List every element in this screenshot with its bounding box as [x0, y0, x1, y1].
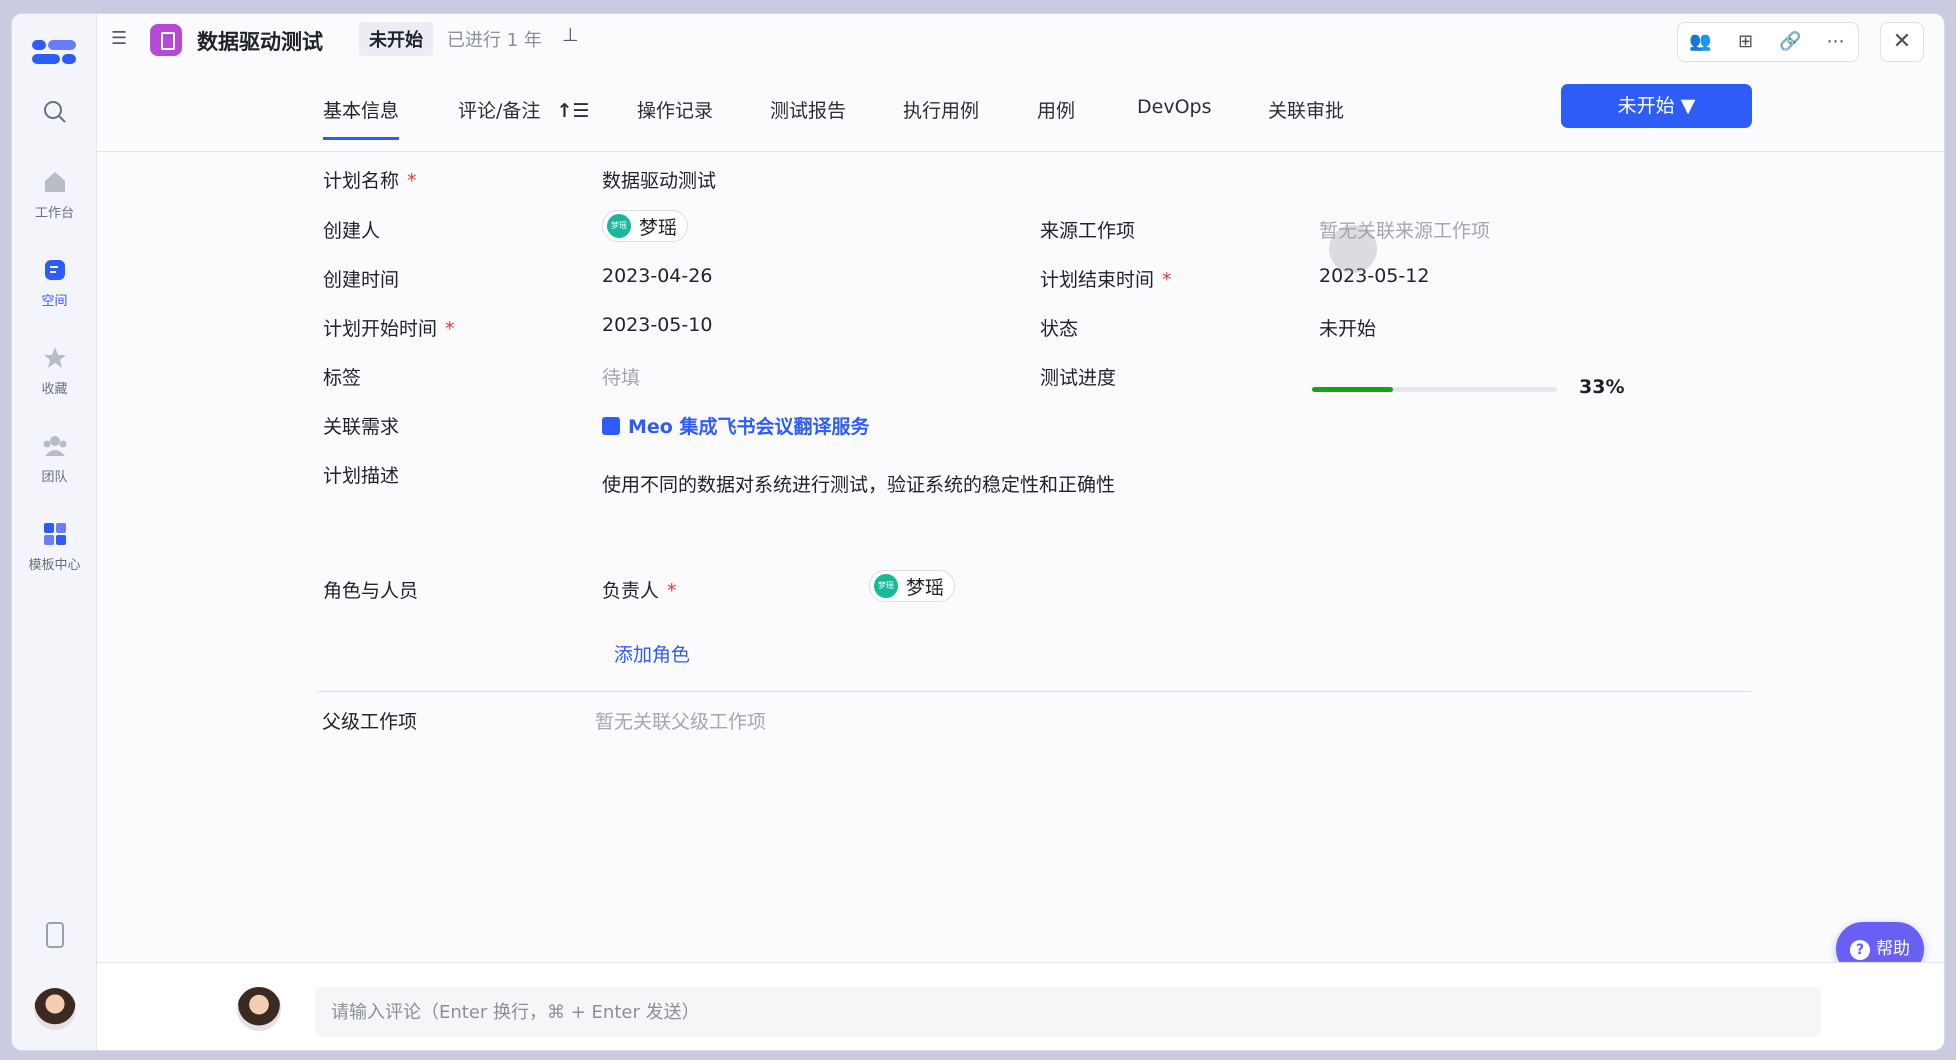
template-icon: [43, 523, 66, 545]
elapsed-time: 已进行 1 年: [447, 30, 542, 51]
user-avatar[interactable]: [34, 988, 76, 1030]
tags-label: 标签: [323, 367, 362, 389]
progress-percent: 33%: [1579, 376, 1625, 398]
close-icon[interactable]: ✕: [1880, 22, 1924, 62]
tags-value[interactable]: 待填: [602, 363, 640, 390]
status-value[interactable]: 未开始: [1319, 314, 1376, 341]
status-dropdown-button[interactable]: 未开始 ▼: [1561, 84, 1752, 128]
progress-fill: [1312, 387, 1393, 392]
left-rail: 工作台 空间 收藏 团队 模板中心: [12, 14, 97, 1050]
plan-end-value[interactable]: 2023-05-12: [1319, 265, 1429, 287]
home-icon: [44, 172, 65, 192]
tab-devops[interactable]: DevOps: [1137, 96, 1211, 132]
creator-label: 创建人: [323, 220, 381, 242]
header: ☰ 数据驱动测试 未开始 已进行 1 年 ⊥ 👥 ⊞ 🔗 ⋯ ✕: [97, 14, 1944, 62]
team-icon: [43, 436, 66, 456]
plan-name-value[interactable]: 数据驱动测试: [602, 166, 716, 193]
owner-name: 梦瑶: [906, 576, 945, 599]
owner-label: 负责人 *: [602, 580, 677, 602]
plan-start-value[interactable]: 2023-05-10: [602, 314, 712, 336]
sidebar-expand-icon[interactable]: ☰: [111, 28, 127, 49]
status-badge: 未开始: [359, 22, 433, 56]
rail-favorites[interactable]: 收藏: [12, 344, 97, 397]
creator-name: 梦瑶: [639, 216, 678, 239]
tab-comments[interactable]: 评论/备注 ↑☰: [458, 96, 589, 137]
help-icon: ?: [1850, 940, 1870, 960]
progress-bar: [1312, 387, 1557, 392]
tab-cases[interactable]: 用例: [1037, 96, 1075, 137]
tab-history[interactable]: 操作记录: [637, 96, 713, 137]
tab-test-report[interactable]: 测试报告: [770, 96, 846, 137]
tab-basic-info[interactable]: 基本信息: [323, 96, 400, 140]
linked-requirement-link[interactable]: Meo 集成飞书会议翻译服务: [602, 412, 869, 439]
comment-input[interactable]: [315, 987, 1821, 1037]
logo-icon: [32, 40, 76, 64]
tab-comments-label: 评论/备注: [458, 100, 541, 122]
created-at-value: 2023-04-26: [602, 265, 713, 287]
sort-icon[interactable]: ↑☰: [556, 100, 589, 122]
plan-start-label: 计划开始时间 *: [323, 318, 455, 340]
owner-chip[interactable]: 梦瑶 梦瑶: [869, 570, 956, 602]
progress-label: 测试进度: [1040, 367, 1117, 389]
bookmark-icon[interactable]: ⊞: [1723, 23, 1768, 61]
rail-search[interactable]: [12, 98, 97, 132]
linked-req-label: 关联需求: [323, 416, 400, 438]
requirement-icon: [602, 417, 620, 435]
rail-label-favorites: 收藏: [41, 382, 68, 397]
comment-bar: [97, 962, 1944, 1050]
app-window: 工作台 空间 收藏 团队 模板中心 ☰ 数据驱动测试 未开始 已进行 1 年 ⊥…: [12, 14, 1944, 1050]
more-icon[interactable]: ⋯: [1813, 23, 1858, 61]
divider: [317, 691, 1752, 692]
rail-label-templates: 模板中心: [28, 558, 81, 573]
rail-label-workbench: 工作台: [34, 206, 74, 221]
pin-icon[interactable]: ⊥: [562, 24, 579, 46]
tab-bar: 基本信息 评论/备注 ↑☰ 操作记录 测试报告 执行用例 用例 DevOps 关…: [97, 74, 1944, 152]
rail-label-team: 团队: [41, 470, 68, 485]
rail-space[interactable]: 空间: [12, 256, 97, 309]
source-item-label: 来源工作项: [1040, 220, 1136, 242]
header-actions: 👥 ⊞ 🔗 ⋯: [1677, 22, 1859, 62]
description-label: 计划描述: [323, 465, 400, 487]
bookmark-app-icon: [150, 24, 182, 56]
members-icon[interactable]: 👥: [1678, 23, 1723, 61]
parent-item-label: 父级工作项: [322, 711, 418, 733]
space-icon: [44, 260, 65, 280]
roles-label: 角色与人员: [323, 580, 419, 602]
search-icon: [43, 101, 66, 123]
avatar: [237, 987, 281, 1031]
description-value[interactable]: 使用不同的数据对系统进行测试，验证系统的稳定性和正确性: [602, 470, 1115, 497]
avatar: 梦瑶: [607, 214, 631, 238]
plan-end-label: 计划结束时间 *: [1040, 269, 1172, 291]
add-role-link[interactable]: 添加角色: [614, 640, 690, 667]
mobile-icon[interactable]: [46, 922, 64, 948]
rail-team[interactable]: 团队: [12, 432, 97, 485]
tab-executed-cases[interactable]: 执行用例: [903, 96, 979, 137]
creator-chip[interactable]: 梦瑶 梦瑶: [602, 210, 689, 242]
plan-name-label: 计划名称 *: [323, 170, 417, 192]
star-icon: [43, 347, 66, 368]
avatar: 梦瑶: [874, 574, 898, 598]
link-icon[interactable]: 🔗: [1768, 23, 1813, 61]
mouse-cursor: [1329, 225, 1377, 273]
page-title: 数据驱动测试: [197, 30, 323, 54]
tab-approvals[interactable]: 关联审批: [1268, 96, 1344, 137]
created-at-label: 创建时间: [323, 269, 400, 291]
status-label: 状态: [1040, 318, 1079, 340]
rail-label-space: 空间: [41, 294, 68, 309]
rail-templates[interactable]: 模板中心: [12, 520, 97, 573]
parent-item-value[interactable]: 暂无关联父级工作项: [595, 707, 766, 734]
rail-workbench[interactable]: 工作台: [12, 168, 97, 221]
